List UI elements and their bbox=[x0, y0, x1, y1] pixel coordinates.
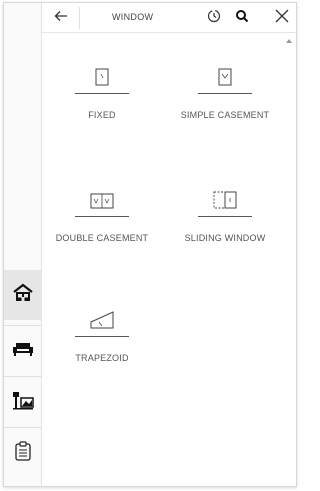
app-panel: WINDOW FIXED SIMPLE CASEMENT DOUBLE CASE… bbox=[3, 2, 297, 487]
catalog-item-label: SIMPLE CASEMENT bbox=[180, 110, 270, 120]
category-sidebar bbox=[4, 3, 42, 486]
back-button[interactable] bbox=[50, 8, 72, 28]
close-icon bbox=[275, 9, 289, 28]
sliding-window-icon bbox=[213, 191, 237, 214]
catalog-item-label: FIXED bbox=[88, 110, 116, 120]
arrow-left-icon bbox=[54, 9, 68, 27]
catalog-item-sliding-window[interactable]: SLIDING WINDOW bbox=[170, 184, 280, 264]
catalog-item-trapezoid[interactable]: TRAPEZOID bbox=[47, 304, 157, 384]
desk-lamp-icon bbox=[12, 390, 34, 415]
clipboard-icon bbox=[14, 440, 32, 466]
search-button[interactable] bbox=[232, 8, 252, 28]
header-divider bbox=[79, 7, 80, 29]
scroll-up-arrow[interactable] bbox=[286, 39, 292, 43]
catalog-item-simple-casement[interactable]: SIMPLE CASEMENT bbox=[170, 61, 280, 141]
search-icon bbox=[235, 9, 249, 28]
house-icon bbox=[12, 283, 34, 308]
sidebar-item-furniture[interactable] bbox=[4, 326, 42, 376]
sidebar-item-decor[interactable] bbox=[4, 377, 42, 427]
sidebar-item-list[interactable] bbox=[4, 428, 42, 478]
double-casement-icon bbox=[90, 193, 114, 214]
simple-casement-icon bbox=[218, 68, 232, 91]
sidebar-item-architecture[interactable] bbox=[4, 270, 42, 320]
history-button[interactable] bbox=[204, 8, 224, 28]
page-title: WINDOW bbox=[112, 12, 154, 22]
sofa-icon bbox=[12, 341, 34, 362]
trapezoid-window-icon bbox=[90, 311, 114, 334]
panel-header: WINDOW bbox=[42, 3, 296, 33]
catalog-item-label: DOUBLE CASEMENT bbox=[55, 233, 149, 243]
catalog-item-label: SLIDING WINDOW bbox=[184, 233, 266, 243]
catalog-item-fixed[interactable]: FIXED bbox=[47, 61, 157, 141]
close-button[interactable] bbox=[272, 8, 292, 28]
history-icon bbox=[207, 9, 221, 28]
catalog-item-double-casement[interactable]: DOUBLE CASEMENT bbox=[47, 184, 157, 264]
fixed-window-icon bbox=[95, 68, 109, 91]
catalog-item-label: TRAPEZOID bbox=[75, 353, 129, 363]
